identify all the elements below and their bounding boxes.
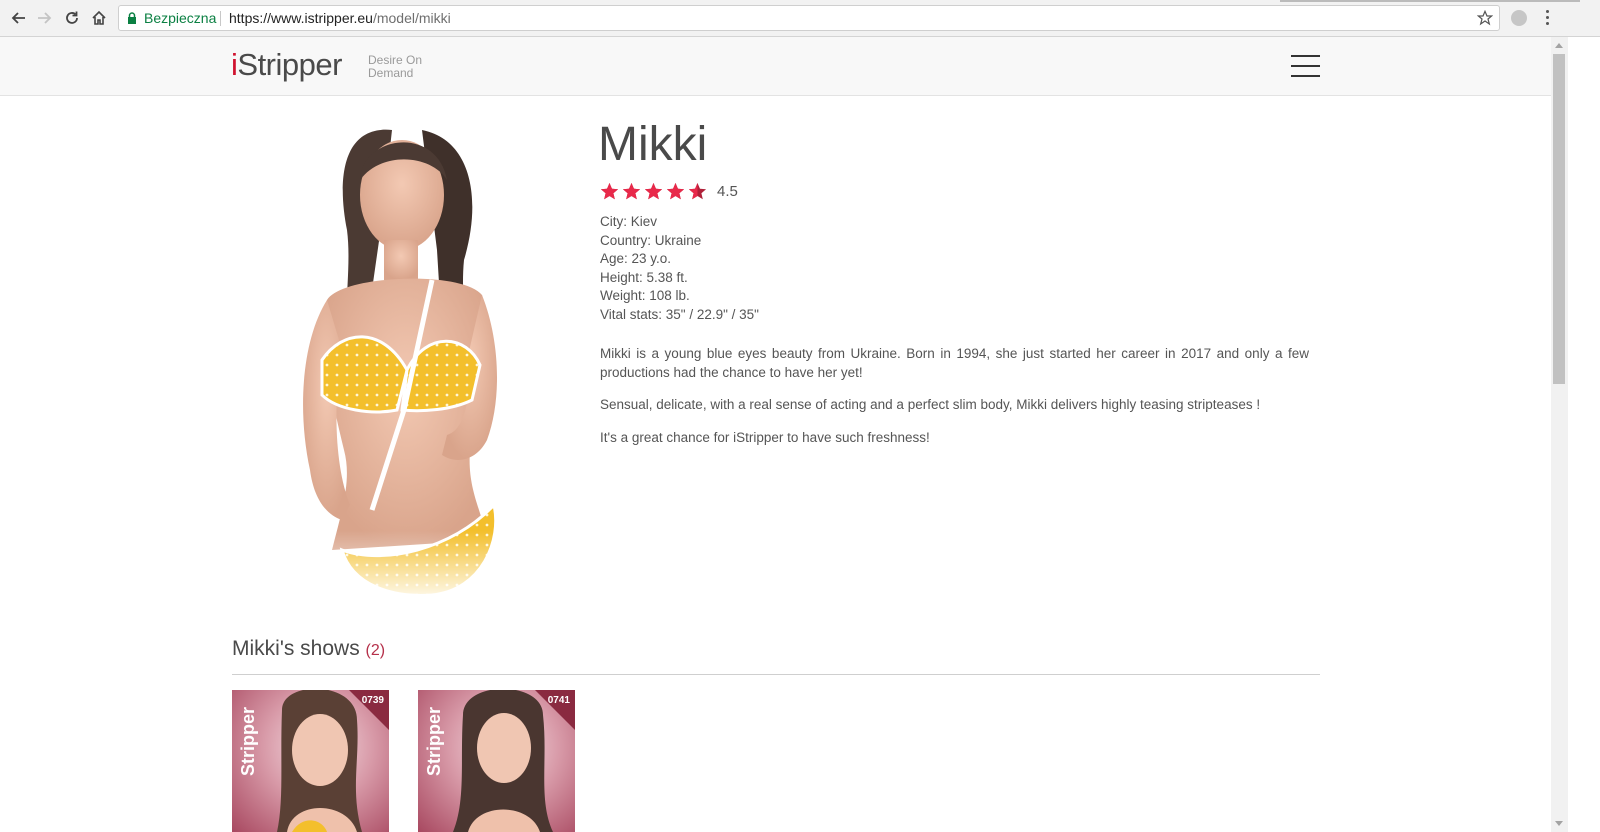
forward-icon[interactable] <box>35 8 55 28</box>
shows-divider <box>232 674 1320 675</box>
show-card[interactable]: Stripper 0739 <box>232 690 389 832</box>
model-stats: City: Kiev Country: Ukraine Age: 23 y.o.… <box>600 213 759 325</box>
shows-title: Mikki's shows <box>232 637 360 660</box>
site-tagline: Desire On Demand <box>368 53 423 80</box>
model-photo <box>232 110 572 605</box>
stat-vital: Vital stats: 35" / 22.9" / 35" <box>600 306 759 322</box>
star-icon <box>688 182 707 199</box>
card-code: 0741 <box>547 695 570 706</box>
scroll-down-arrow-icon[interactable] <box>1555 821 1563 826</box>
profile-icon[interactable] <box>1511 10 1527 26</box>
url-path: /model/mikki <box>372 10 451 26</box>
browser-toolbar: Bezpieczna https://www.istripper.eu/mode… <box>0 0 1600 37</box>
stat-city: City: Kiev <box>600 214 658 229</box>
home-icon[interactable] <box>89 8 109 28</box>
card-brand: Stripper <box>424 706 444 776</box>
hamburger-menu-icon[interactable] <box>1291 55 1320 77</box>
bio-paragraph: Sensual, delicate, with a real sense of … <box>600 397 1261 412</box>
rating-stars <box>600 182 707 201</box>
omnibox-divider <box>220 11 221 26</box>
stat-height: Height: 5.38 ft. <box>600 269 688 285</box>
model-name: Mikki <box>598 118 708 171</box>
star-icon <box>600 182 619 199</box>
model-rating: 4.5 <box>600 180 738 202</box>
page-scrollbar[interactable] <box>1551 37 1568 832</box>
lock-icon <box>128 12 136 24</box>
star-icon <box>666 182 685 199</box>
rating-value: 4.5 <box>717 182 738 200</box>
bookmark-star-icon[interactable] <box>1477 10 1493 26</box>
secure-label: Bezpieczna <box>144 10 217 26</box>
reload-icon[interactable] <box>62 8 82 28</box>
stat-country: Country: Ukraine <box>600 232 702 248</box>
url-host: https://www.istripper.eu <box>229 10 373 26</box>
browser-menu-icon[interactable] <box>1544 10 1550 27</box>
bio-paragraph: It's a great chance for iStripper to hav… <box>600 429 930 445</box>
card-brand: Stripper <box>238 706 258 776</box>
back-icon[interactable] <box>8 8 28 28</box>
logo-word: Stripper <box>237 47 342 82</box>
address-bar[interactable]: Bezpieczna https://www.istripper.eu/mode… <box>118 5 1500 31</box>
card-code: 0739 <box>361 695 384 706</box>
shows-count: (2) <box>365 642 386 659</box>
star-icon <box>622 182 641 199</box>
bio-paragraph: Mikki is a young blue eyes beauty from U… <box>600 346 1309 380</box>
scroll-up-arrow-icon[interactable] <box>1555 43 1563 48</box>
star-icon <box>644 182 663 199</box>
show-card[interactable]: Stripper 0741 <box>418 690 575 832</box>
tab-strip <box>1280 0 1580 2</box>
shows-heading: Mikki's shows (2) <box>232 635 385 665</box>
model-bio: Mikki is a young blue eyes beauty from U… <box>600 345 1309 461</box>
site-header: iStripper Desire On Demand <box>0 37 1551 96</box>
stat-age: Age: 23 y.o. <box>600 251 672 267</box>
scrollbar-thumb[interactable] <box>1553 54 1565 384</box>
site-logo[interactable]: iStripper <box>231 47 342 83</box>
stat-weight: Weight: 108 lb. <box>600 288 690 304</box>
url-text[interactable]: https://www.istripper.eu/model/mikki <box>229 6 451 30</box>
